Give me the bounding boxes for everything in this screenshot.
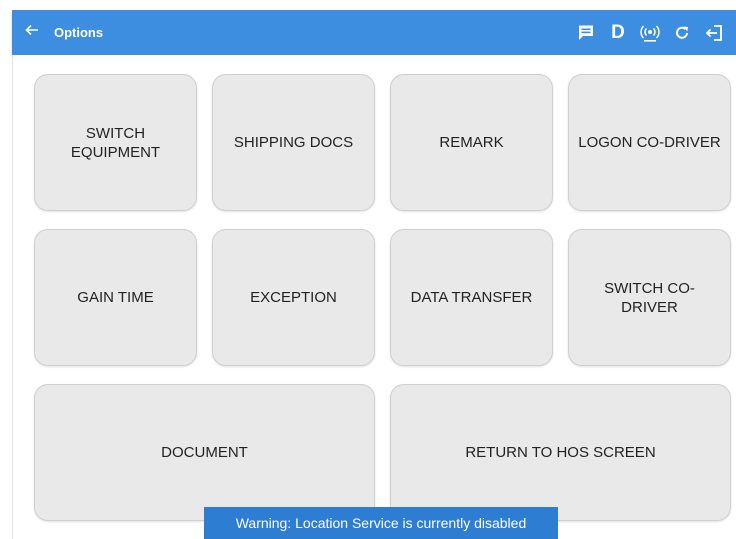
- switch-equipment-button[interactable]: SWITCH EQUIPMENT: [34, 74, 197, 211]
- back-button[interactable]: [12, 10, 52, 55]
- message-button[interactable]: [570, 10, 602, 55]
- broadcast-icon: [640, 24, 660, 42]
- shipping-docs-button[interactable]: SHIPPING DOCS: [212, 74, 375, 211]
- refresh-icon: [673, 24, 691, 42]
- broadcast-button[interactable]: [634, 10, 666, 55]
- d-icon: D: [611, 22, 625, 43]
- options-grid: SWITCH EQUIPMENT SHIPPING DOCS REMARK LO…: [12, 55, 736, 539]
- toolbar-actions: D: [570, 10, 730, 55]
- logon-co-driver-button[interactable]: LOGON CO-DRIVER: [568, 74, 731, 211]
- logout-icon: [705, 24, 723, 42]
- message-icon: [577, 24, 595, 42]
- data-transfer-button[interactable]: DATA TRANSFER: [390, 229, 553, 366]
- remark-button[interactable]: REMARK: [390, 74, 553, 211]
- app-frame: Options D SWITCH EQUIPMENT SHIPPING DOCS…: [0, 0, 736, 539]
- back-arrow-icon: [25, 23, 39, 42]
- app-bar: Options D: [12, 10, 736, 55]
- location-warning-snackbar: Warning: Location Service is currently d…: [204, 507, 558, 539]
- gain-time-button[interactable]: GAIN TIME: [34, 229, 197, 366]
- logout-button[interactable]: [698, 10, 730, 55]
- d-button[interactable]: D: [602, 10, 634, 55]
- document-button[interactable]: DOCUMENT: [34, 384, 375, 521]
- switch-co-driver-button[interactable]: SWITCH CO-DRIVER: [568, 229, 731, 366]
- return-to-hos-screen-button[interactable]: RETURN TO HOS SCREEN: [390, 384, 731, 521]
- exception-button[interactable]: EXCEPTION: [212, 229, 375, 366]
- page-title: Options: [54, 25, 104, 40]
- refresh-button[interactable]: [666, 10, 698, 55]
